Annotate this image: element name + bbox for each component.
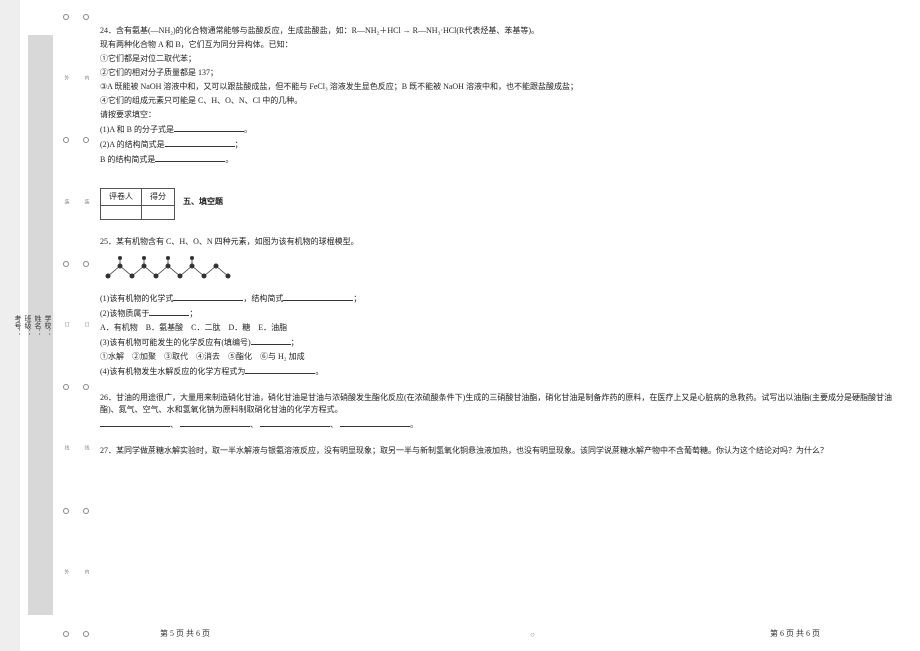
q24-stem2: 现有两种化合物 A 和 B，它们互为同分异构体。已知： xyxy=(100,39,900,51)
footer-left: 第 5 页 共 6 页 xyxy=(160,628,210,639)
q24-p1: (1)A 和 B 的分子式是。 xyxy=(100,123,900,136)
school-label: 学校： xyxy=(43,315,53,336)
punch-circle-icon xyxy=(63,14,69,20)
blank-input[interactable] xyxy=(174,123,244,132)
q24-p2b: B 的结构简式是。 xyxy=(100,153,900,166)
q26-blanks: 、 、 、 。 xyxy=(100,418,900,431)
blank-input[interactable] xyxy=(180,418,250,427)
q26-line: 26．甘油的用途很广，大量用来制造硝化甘油，硝化甘油是甘油与浓硝酸发生酯化反应(… xyxy=(100,392,900,416)
q24-c3: ③A 既能被 NaOH 溶液中和，又可以跟盐酸成盐，但不能与 FeCl₃ 溶液发… xyxy=(100,81,900,93)
punch-circle-icon xyxy=(83,14,89,20)
fold-zhuang2: 装 xyxy=(83,199,90,206)
punch-circle-icon xyxy=(83,631,89,637)
q27-stem: 某同学做蔗糖水解实验时，取一半水解液与银氨溶液反应，没有明显现象；取另一半与新制… xyxy=(116,446,828,455)
fold-ding2: 订 xyxy=(83,322,90,329)
q25-number: 25． xyxy=(100,237,116,246)
punch-circle-icon xyxy=(83,137,89,143)
reviewer-header: 评卷人 xyxy=(101,189,142,206)
fold-xian2: 线 xyxy=(83,445,90,452)
score-header: 得分 xyxy=(142,189,175,206)
fold-outer-label2: 外 xyxy=(63,569,70,576)
fold-line-left: 外 装 订 线 外 xyxy=(60,0,72,651)
q25-opts: A．有机物 B．氨基酸 C．二肽 D．糖 E．油脂 xyxy=(100,322,900,334)
fold-ding: 订 xyxy=(63,322,70,329)
blank-input[interactable] xyxy=(340,418,410,427)
q27-line: 27．某同学做蔗糖水解实验时，取一半水解液与银氨溶液反应，没有明显现象；取另一半… xyxy=(100,445,900,457)
q24-c2: ②它们的相对分子质量都是 137； xyxy=(100,67,900,79)
blank-input[interactable] xyxy=(173,292,243,301)
fold-xian: 线 xyxy=(63,445,70,452)
blank-input[interactable] xyxy=(100,418,170,427)
ball-stick-model-icon xyxy=(100,254,250,284)
q24-p2a: (2)A 的结构简式是； xyxy=(100,138,900,151)
fold-outer-label: 外 xyxy=(63,75,70,82)
q25-p1: (1)该有机物的化学式，结构简式； xyxy=(100,292,900,305)
section5-header: 评卷人 得分 五、填空题 xyxy=(100,180,900,224)
examno-label: 考号： xyxy=(13,315,23,336)
punch-circle-icon xyxy=(63,137,69,143)
q25-p4: (4)该有机物发生水解反应的化学方程式为。 xyxy=(100,365,900,378)
blank-input[interactable] xyxy=(260,418,330,427)
fold-line-right: 内 装 订 线 内 xyxy=(80,0,92,651)
class-label: 班级： xyxy=(23,315,33,336)
score-table: 评卷人 得分 xyxy=(100,188,175,220)
q24-number: 24． xyxy=(100,26,116,35)
q25-stem: 某有机物含有 C、H、O、N 四种元素，如图为该有机物的球棍模型。 xyxy=(116,237,359,246)
blank-input[interactable] xyxy=(155,153,225,162)
q25-p3: (3)该有机物可能发生的化学反应有(填编号)； xyxy=(100,336,900,349)
binding-mark-icon: ○ xyxy=(530,630,535,639)
blank-input[interactable] xyxy=(245,365,315,374)
q25-opts2: ①水解 ②加聚 ③取代 ④消去 ⑤酯化 ⑥与 H₂ 加成 xyxy=(100,351,900,363)
fold-inner-label2: 内 xyxy=(83,569,90,576)
blank-input[interactable] xyxy=(283,292,353,301)
q24-line: 24．含有氨基(—NH₂)的化合物通常能够与盐酸反应，生成盐酸盐，如：R—NH₂… xyxy=(100,25,900,37)
q24-stem1: 含有氨基(—NH₂)的化合物通常能够与盐酸反应，生成盐酸盐，如：R—NH₂＋HC… xyxy=(116,26,539,35)
page-footer: 第 5 页 共 6 页 第 6 页 共 6 页 xyxy=(100,628,880,639)
footer-right: 第 6 页 共 6 页 xyxy=(770,628,820,639)
blank-input[interactable] xyxy=(149,307,189,316)
score-cell[interactable] xyxy=(142,206,175,220)
punch-circle-icon xyxy=(83,508,89,514)
reviewer-cell[interactable] xyxy=(101,206,142,220)
q27-number: 27． xyxy=(100,446,116,455)
punch-circle-icon xyxy=(63,384,69,390)
section5-title: 五、填空题 xyxy=(183,196,223,208)
fold-inner-label: 内 xyxy=(83,75,90,82)
q24-ask: 请按要求填空： xyxy=(100,109,900,121)
name-label: 姓名： xyxy=(33,315,43,336)
q26-stem: 甘油的用途很广，大量用来制造硝化甘油，硝化甘油是甘油与浓硝酸发生酯化反应(在浓硫… xyxy=(100,393,892,414)
blank-input[interactable] xyxy=(251,336,291,345)
fold-zhuang: 装 xyxy=(63,199,70,206)
blank-input[interactable] xyxy=(165,138,235,147)
punch-circle-icon xyxy=(63,631,69,637)
q24-c1: ①它们都是对位二取代苯； xyxy=(100,53,900,65)
punch-circle-icon xyxy=(83,261,89,267)
q26-number: 26． xyxy=(100,393,116,402)
punch-circle-icon xyxy=(63,508,69,514)
vertical-form-labels: 学校： 姓名： 班级： 考号： xyxy=(28,0,53,650)
punch-circle-icon xyxy=(83,384,89,390)
punch-circle-icon xyxy=(63,261,69,267)
q25-p2: (2)该物质属于； xyxy=(100,307,900,320)
q25-line: 25．某有机物含有 C、H、O、N 四种元素，如图为该有机物的球棍模型。 xyxy=(100,236,900,248)
page-content: 24．含有氨基(—NH₂)的化合物通常能够与盐酸反应，生成盐酸盐，如：R—NH₂… xyxy=(100,25,900,459)
q24-c4: ④它们的组成元素只可能是 C、H、O、N、Cl 中的几种。 xyxy=(100,95,900,107)
